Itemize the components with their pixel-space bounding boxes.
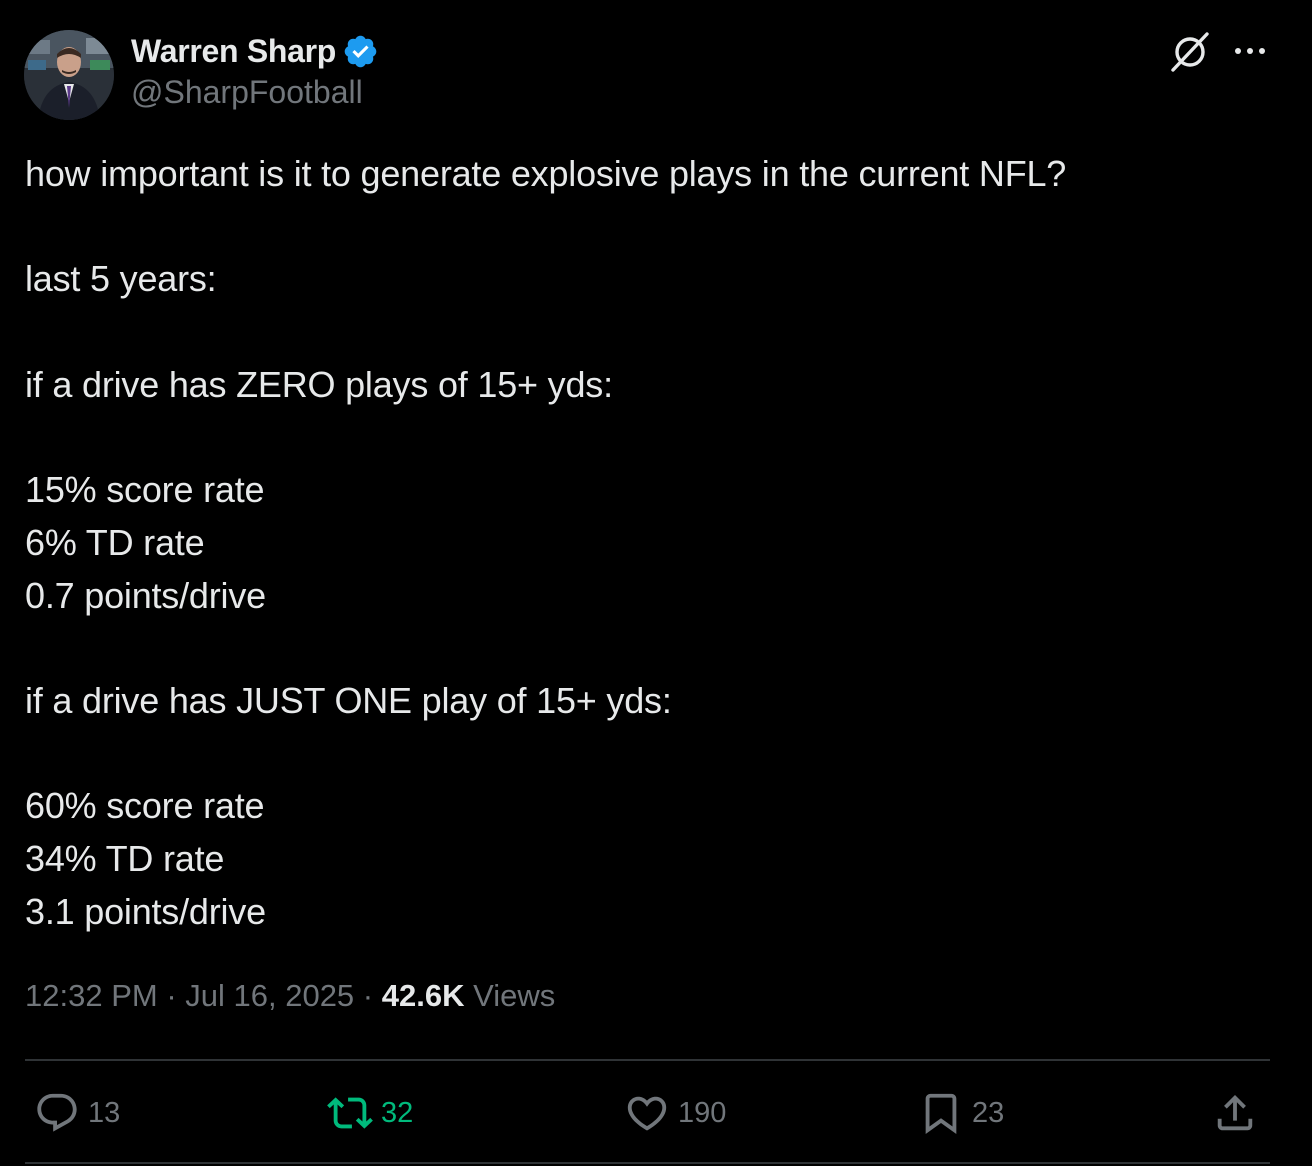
name-row: Warren Sharp	[131, 30, 379, 72]
verified-badge-icon[interactable]	[342, 33, 379, 70]
handle[interactable]: @SharpFootball	[131, 74, 379, 111]
views-label: Views	[464, 978, 556, 1013]
retweet-button[interactable]: 32	[327, 1089, 413, 1137]
tweet-line: 15% score rate	[25, 469, 265, 511]
tweet-line: 60% score rate	[25, 785, 265, 827]
bookmark-count: 23	[972, 1096, 1005, 1129]
like-count: 190	[678, 1096, 727, 1129]
tweet-line	[25, 728, 1275, 781]
meta-separator: ·	[157, 978, 186, 1013]
tweet-meta: 12:32 PM · Jul 16, 2025 · 42.6K Views	[25, 978, 555, 1014]
tweet-line: 6% TD rate	[25, 521, 205, 563]
reply-icon	[37, 1093, 77, 1132]
display-name[interactable]: Warren Sharp	[131, 33, 336, 70]
timestamp-date[interactable]: Jul 16, 2025	[185, 978, 354, 1013]
tweet-line: if a drive has ZERO plays of 15+ yds:	[25, 363, 613, 405]
tweet-line: 0.7 points/drive	[25, 574, 266, 616]
heart-icon	[627, 1096, 667, 1131]
tweet-line: last 5 years:	[25, 258, 217, 300]
retweet-count: 32	[381, 1096, 414, 1129]
divider	[25, 1162, 1270, 1164]
meta-separator: ·	[354, 978, 382, 1013]
bookmark-icon	[925, 1093, 957, 1134]
share-icon	[1217, 1094, 1253, 1131]
reply-button[interactable]: 13	[34, 1089, 120, 1137]
tweet-line: 34% TD rate	[25, 837, 225, 879]
share-button[interactable]	[1212, 1089, 1266, 1137]
tweet-line	[25, 622, 1275, 675]
reply-count: 13	[88, 1096, 121, 1129]
tweet-line	[25, 201, 1275, 254]
divider	[25, 1059, 1270, 1061]
tweet-line: if a drive has JUST ONE play of 15+ yds:	[25, 679, 672, 721]
tweet-text: how important is it to generate explosiv…	[25, 148, 1275, 938]
tweet-line: 3.1 points/drive	[25, 890, 266, 932]
author-info[interactable]: Warren Sharp @SharpFootball	[131, 30, 379, 111]
retweet-icon	[327, 1097, 373, 1129]
tweet: Warren Sharp @SharpFootball how importan…	[0, 0, 1312, 1166]
tweet-line	[25, 411, 1275, 464]
timestamp-time[interactable]: 12:32 PM	[25, 978, 158, 1013]
avatar[interactable]	[24, 30, 114, 120]
like-button[interactable]: 190	[624, 1089, 726, 1137]
more-icon[interactable]	[1230, 38, 1270, 64]
tweet-line	[25, 306, 1275, 359]
grok-icon[interactable]	[1167, 28, 1213, 74]
bookmark-button[interactable]: 23	[918, 1089, 1004, 1137]
tweet-line: how important is it to generate explosiv…	[25, 153, 1067, 194]
views-count[interactable]: 42.6K	[382, 978, 465, 1013]
